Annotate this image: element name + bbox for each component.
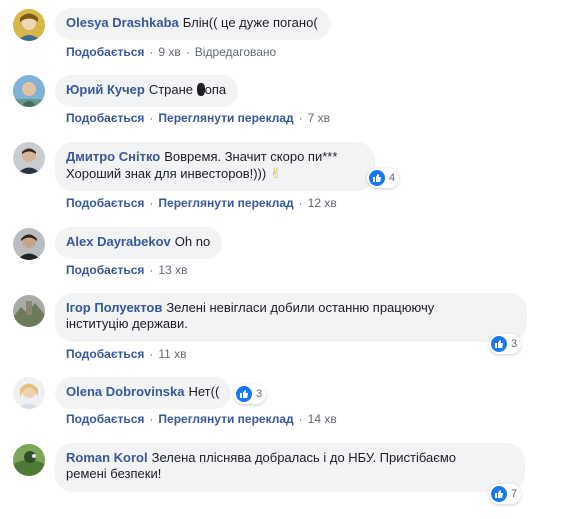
thumbs-up-icon — [236, 386, 252, 402]
like-link[interactable]: Подобається — [66, 196, 144, 210]
comment-bubble: Olesya Drashkaba Блін(( це дуже погано( — [55, 8, 330, 40]
comment-text-line: Зелені невігласи добили останню працюючу — [166, 300, 435, 315]
comment-actions: Подобається · Переглянути переклад · 12 хв — [66, 196, 337, 210]
reaction-number: 4 — [389, 172, 396, 184]
reaction-number: 3 — [256, 388, 263, 400]
comment-text-part: Стране — [148, 82, 197, 97]
see-translation-link[interactable]: Переглянути переклад — [158, 111, 293, 125]
reaction-count[interactable]: 3 — [489, 334, 522, 354]
thumbs-up-icon — [491, 336, 507, 352]
like-link[interactable]: Подобається — [66, 347, 144, 361]
comment-time[interactable]: 11 хв — [158, 347, 186, 361]
thumbs-up-icon — [369, 170, 385, 186]
thumbs-up-icon — [491, 486, 507, 502]
comment-text-line: ремені безпеки! — [66, 466, 162, 481]
see-translation-link[interactable]: Переглянути переклад — [158, 196, 293, 210]
edited-label: Відредаговано — [194, 45, 277, 59]
comment-text-part: опа — [204, 82, 227, 97]
comment-author[interactable]: Olesya Drashkaba — [66, 15, 179, 30]
comment-actions: Подобається · 11 хв — [66, 347, 187, 361]
reaction-number: 3 — [511, 338, 518, 350]
comment-author[interactable]: Ігор Полуектов — [66, 300, 162, 315]
comment-actions: Подобається · Переглянути переклад · 7 хв — [66, 111, 331, 125]
comment-time[interactable]: 13 хв — [158, 263, 187, 277]
avatar[interactable] — [13, 295, 45, 327]
comment-author[interactable]: Юрий Кучер — [66, 82, 145, 97]
avatar[interactable] — [13, 9, 45, 41]
avatar[interactable] — [13, 444, 45, 476]
see-translation-link[interactable]: Переглянути переклад — [158, 412, 293, 426]
comment-text-line: Вовремя. Значит скоро пи*** — [164, 149, 338, 164]
censor-mark — [196, 83, 205, 96]
reaction-count[interactable]: 4 — [367, 168, 400, 188]
comment-author[interactable]: Дмитро Снітко — [66, 149, 160, 164]
like-link[interactable]: Подобається — [66, 263, 144, 277]
like-link[interactable]: Подобається — [66, 412, 144, 426]
comment-bubble: Olena Dobrovinska Нет(( — [55, 377, 232, 409]
comment-time[interactable]: 12 хв — [308, 196, 337, 210]
victory-hand-icon: ✌ — [269, 165, 282, 181]
comment-bubble: Юрий Кучер Стране опа — [55, 75, 239, 107]
comment-bubble: Дмитро Снітко Вовремя. Значит скоро пи***… — [55, 142, 375, 191]
comment-text-line: Хороший знак для инвесторов!))) — [66, 166, 267, 181]
avatar[interactable] — [13, 142, 45, 174]
comment-time[interactable]: 7 хв — [308, 111, 330, 125]
comment-text: Нет(( — [188, 384, 220, 399]
avatar[interactable] — [13, 228, 45, 260]
avatar[interactable] — [13, 75, 45, 107]
comment-time[interactable]: 9 хв — [158, 45, 180, 59]
comment-bubble: Ігор Полуектов Зелені невігласи добили ос… — [55, 293, 527, 342]
like-link[interactable]: Подобається — [66, 45, 144, 59]
comment-actions: Подобається · 9 хв · Відредаговано — [66, 45, 277, 59]
comment-text-line: інституцію держави. — [66, 316, 188, 331]
comment-bubble: Alex Dayrabekov Oh no — [55, 227, 223, 259]
reaction-count[interactable]: 7 — [489, 484, 522, 504]
reaction-number: 7 — [511, 488, 518, 500]
comment-text: Oh no — [174, 234, 211, 249]
comment-author[interactable]: Olena Dobrovinska — [66, 384, 184, 399]
reaction-count[interactable]: 3 — [234, 384, 267, 404]
comment-actions: Подобається · Переглянути переклад · 14 хв — [66, 412, 337, 426]
comment-bubble: Roman Korol Зелена пліснява добралась і д… — [55, 443, 525, 492]
comment-time[interactable]: 14 хв — [308, 412, 337, 426]
comment-text-line: Зелена пліснява добралась і до НБУ. Прис… — [151, 450, 457, 465]
avatar[interactable] — [13, 377, 45, 409]
comment-actions: Подобається · 13 хв — [66, 263, 188, 277]
comment-author[interactable]: Alex Dayrabekov — [66, 234, 171, 249]
comment-text: Блін(( це дуже погано( — [182, 15, 318, 30]
like-link[interactable]: Подобається — [66, 111, 144, 125]
comment-author[interactable]: Roman Korol — [66, 450, 148, 465]
